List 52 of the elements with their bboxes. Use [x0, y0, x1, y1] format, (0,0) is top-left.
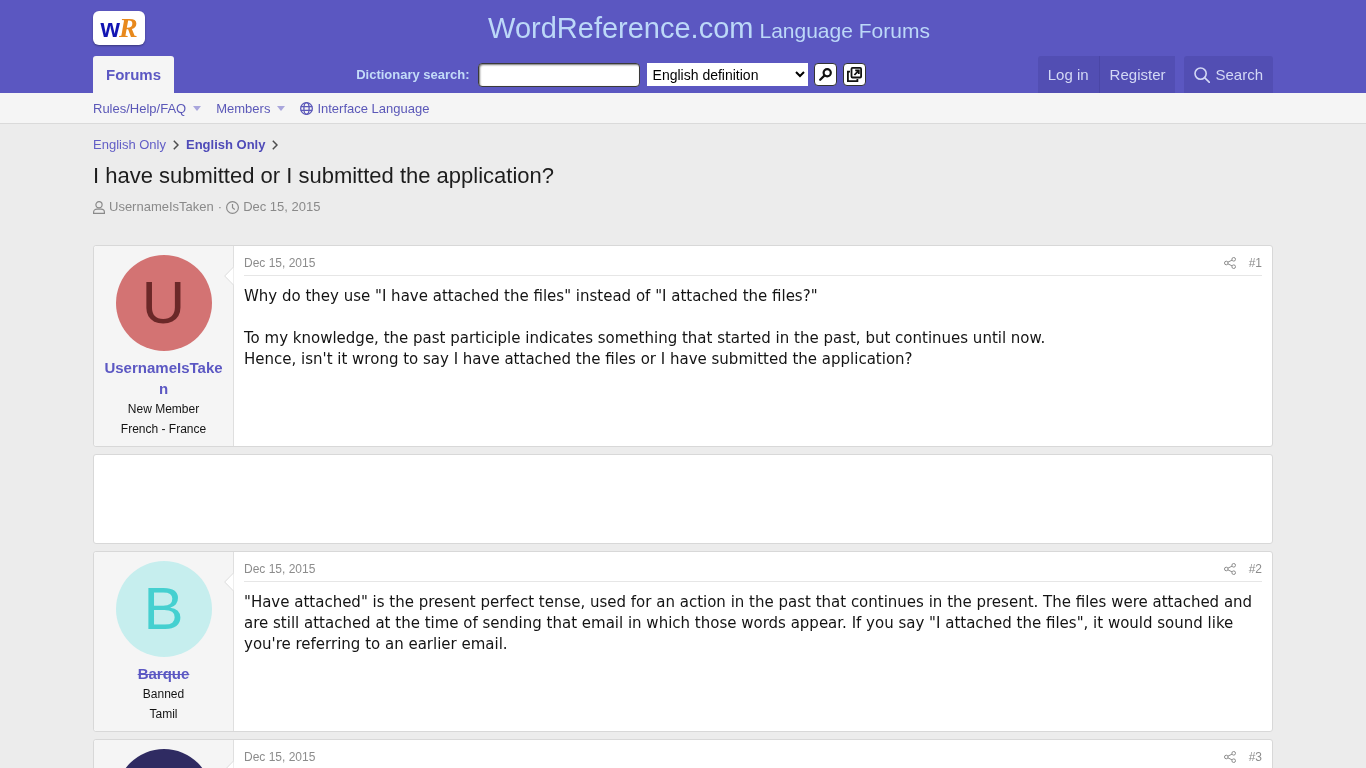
chevron-right-icon [173, 140, 179, 150]
username-link[interactable]: Barque [102, 663, 225, 684]
user-avatar[interactable]: U [115, 255, 212, 351]
popup-search-button[interactable] [842, 63, 866, 86]
user-language: Tamil [148, 706, 179, 723]
breadcrumb-link[interactable]: English Only [186, 137, 266, 153]
user-language: French - France [119, 421, 208, 438]
thread-date-link[interactable]: Dec 15, 2015 [243, 199, 321, 215]
dictionary-search-field[interactable] [477, 62, 640, 87]
caret-icon [193, 105, 202, 111]
post-text: Why do they use "I have attached the files" instead of "I attached the files?" [244, 286, 819, 307]
avatar-letter: B [143, 579, 184, 639]
user-title: New Member [126, 401, 201, 418]
search-icon [1194, 66, 1211, 83]
post-date[interactable]: Dec 15, 2015 [244, 561, 316, 577]
dictionary-search-label: Dictionary search: [356, 67, 470, 82]
caret-icon [277, 105, 286, 111]
account-button[interactable]: Log in [1037, 56, 1099, 93]
search-icon [818, 68, 832, 81]
share-icon[interactable] [1223, 751, 1236, 763]
thread-title: I have submitted or I submitted the application? [93, 162, 556, 190]
nav-menu-link[interactable]: Rules/Help/FAQ [93, 100, 202, 116]
site-name: WordReference.com [488, 11, 754, 44]
site-logo[interactable]: wR [93, 11, 145, 45]
share-icon[interactable] [1223, 563, 1236, 575]
clock-icon [226, 200, 240, 214]
nav-tab[interactable]: Forums [93, 56, 174, 93]
share-icon[interactable] [1223, 257, 1236, 269]
post-number-link[interactable]: #2 [1248, 561, 1262, 577]
post-text: "Have attached" is the present perfect tense, used for an action in the past that continues in the present. The files were attached and are still attached at the time of sending that email in which those words appear. If you say "I attached the files", it would sound like you're referring to an earlier email. [244, 592, 1254, 655]
chevron-right-icon [272, 140, 279, 150]
post-text: To my knowledge, the past participle indicates something that started in the past, but continues until now. Hence, isn't it wrong to say I have attached the files or I have submitted the application? [244, 328, 1047, 370]
post-number-link[interactable]: #1 [1248, 255, 1262, 271]
avatar-letter: U [141, 273, 186, 333]
post-number-link[interactable]: #3 [1248, 749, 1262, 765]
nav-menu-link[interactable]: Members [216, 100, 286, 116]
overlapping-squares-icon [846, 67, 862, 82]
username-link[interactable]: UsernameIsTaken [102, 357, 225, 399]
user-icon [93, 200, 105, 214]
search-button[interactable]: Search [1184, 56, 1273, 93]
dictionary-search-button[interactable] [813, 63, 837, 86]
separator-dot: · [217, 199, 223, 215]
breadcrumb-link[interactable]: English Only [93, 137, 166, 153]
thread-author-link[interactable]: UsernameIsTaken [109, 199, 214, 215]
nav-language-link[interactable]: Interface Language [300, 100, 430, 116]
post-date[interactable]: Dec 15, 2015 [244, 255, 316, 271]
post-date[interactable]: Dec 15, 2015 [244, 749, 316, 765]
dictionary-select[interactable]: English definition [646, 63, 808, 86]
site-subtitle: Language Forums [759, 18, 930, 42]
globe-icon [300, 101, 314, 115]
account-button[interactable]: Register [1098, 56, 1176, 93]
user-title: Banned [141, 686, 186, 703]
